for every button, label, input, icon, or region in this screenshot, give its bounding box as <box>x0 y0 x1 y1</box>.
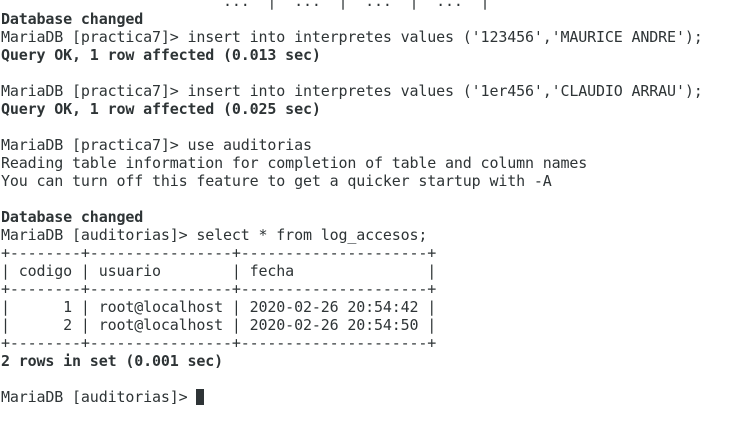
output-line: MariaDB [auditorias]> select * from log_… <box>1 226 428 244</box>
output-line: Query OK, 1 row affected (0.025 sec) <box>1 100 321 118</box>
terminal-window[interactable]: ... | ... | ... | ... | Database changed M… <box>0 0 729 426</box>
output-line: Database changed <box>1 10 144 28</box>
output-line: MariaDB [practica7]> use auditorias <box>1 136 312 154</box>
output-line: +--------+----------------+-------------… <box>1 244 437 262</box>
text-cursor <box>196 389 205 405</box>
output-line: Reading table information for completion… <box>1 154 588 172</box>
output-line: MariaDB [practica7]> insert into interpr… <box>1 82 703 100</box>
shell-prompt: MariaDB [auditorias]> <box>1 388 197 406</box>
terminal-output: ... | ... | ... | ... | Database changed M… <box>1 0 703 406</box>
command-prompt-line[interactable]: MariaDB [auditorias]> <box>1 388 703 406</box>
output-line: MariaDB [practica7]> insert into interpr… <box>1 28 703 46</box>
output-line: 2 rows in set (0.001 sec) <box>1 352 224 370</box>
output-line: You can turn off this feature to get a q… <box>1 172 552 190</box>
output-line: +--------+----------------+-------------… <box>1 334 437 352</box>
output-line: | 1 | root@localhost | 2020-02-26 20:54:… <box>1 298 437 316</box>
output-line: +--------+----------------+-------------… <box>1 280 437 298</box>
output-line: | 2 | root@localhost | 2020-02-26 20:54:… <box>1 316 437 334</box>
output-line: Database changed <box>1 208 144 226</box>
clipped-output-line: ... | ... | ... | ... | <box>1 0 490 10</box>
output-line: Query OK, 1 row affected (0.013 sec) <box>1 46 321 64</box>
output-line: | codigo | usuario | fecha | <box>1 262 437 280</box>
